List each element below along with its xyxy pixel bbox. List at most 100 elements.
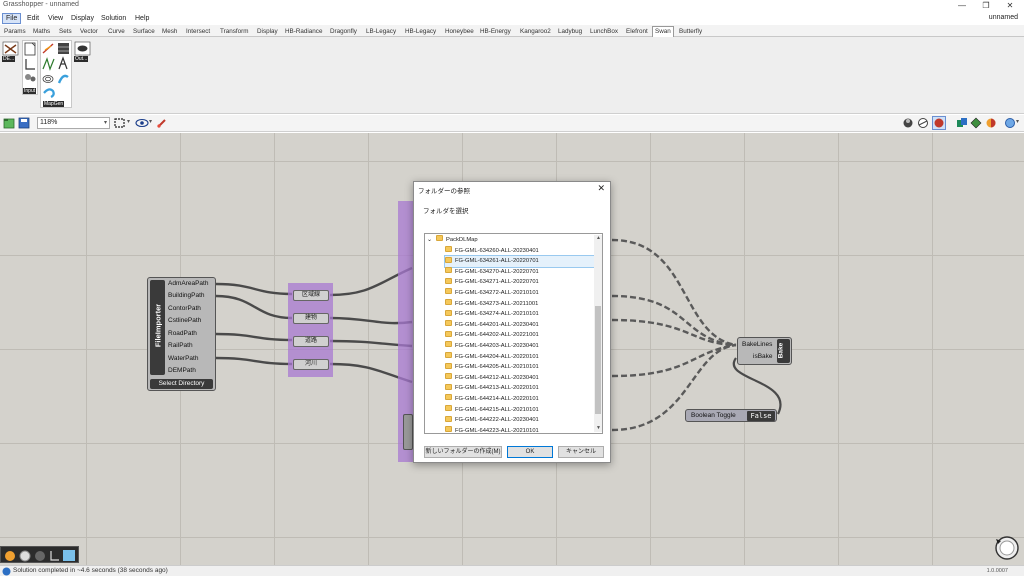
tab-mesh[interactable]: Mesh <box>162 26 177 37</box>
boolean-toggle[interactable]: Boolean Toggle False <box>685 409 777 422</box>
menu-edit[interactable]: Edit <box>24 13 42 24</box>
folder-item[interactable]: FG-GML-644214-ALL-20220101 <box>445 394 601 405</box>
input-isbake[interactable]: isBake <box>753 353 773 360</box>
param-admarea[interactable]: 区域線 <box>293 290 329 301</box>
folder-item[interactable]: FG-GML-644213-ALL-20220101 <box>445 383 601 394</box>
toggle-value[interactable]: False <box>747 411 775 421</box>
folder-item[interactable]: FG-GML-634270-ALL-20220701 <box>445 267 601 278</box>
open-file-icon[interactable] <box>3 117 15 129</box>
tab-ladybug[interactable]: Ladybug <box>558 26 582 37</box>
select-directory-button[interactable]: Select Directory <box>150 379 213 389</box>
output-buildingpath[interactable]: BuildingPath <box>168 292 205 299</box>
output-railpath[interactable]: RailPath <box>168 342 193 349</box>
globe-icon[interactable] <box>1004 117 1016 129</box>
folder-item[interactable]: FG-GML-644222-ALL-20230401 <box>445 415 601 426</box>
scroll-up-icon[interactable]: ▲ <box>596 235 601 241</box>
dialog-close-icon[interactable]: ✕ <box>597 183 605 194</box>
folder-item[interactable]: FG-GML-644223-ALL-20210101 <box>445 426 601 433</box>
folder-item[interactable]: FG-GML-644205-ALL-20210101 <box>445 362 601 373</box>
menu-view[interactable]: View <box>45 13 66 24</box>
folder-icon <box>445 299 452 306</box>
tab-hb-energy[interactable]: HB-Energy <box>480 26 511 37</box>
close-window-button[interactable]: ✕ <box>999 0 1021 12</box>
new-folder-button[interactable]: 新しいフォルダーの作成(M) <box>424 446 502 458</box>
folder-item[interactable]: FG-GML-634272-ALL-20210101 <box>445 288 601 299</box>
output-contorpath[interactable]: ContorPath <box>168 305 201 312</box>
file-importer-component[interactable]: FileImporter AdmAreaPath BuildingPath Co… <box>147 277 216 391</box>
param-building[interactable]: 建物 <box>293 313 329 324</box>
tab-vector[interactable]: Vector <box>80 26 98 37</box>
tab-lunchbox[interactable]: LunchBox <box>590 26 618 37</box>
menu-solution[interactable]: Solution <box>98 13 129 24</box>
tab-transform[interactable]: Transform <box>220 26 248 37</box>
tab-hb-legacy[interactable]: HB-Legacy <box>405 26 436 37</box>
globe-dropdown-icon[interactable]: ▾ <box>1016 118 1019 125</box>
param-river[interactable]: 河川 <box>293 359 329 370</box>
folder-item[interactable]: FG-GML-644204-ALL-20220101 <box>445 352 601 363</box>
tab-kangaroo2[interactable]: Kangaroo2 <box>520 26 551 37</box>
tab-surface[interactable]: Surface <box>133 26 155 37</box>
brush-icon[interactable] <box>156 117 169 129</box>
output-roadpath[interactable]: RoadPath <box>168 330 197 337</box>
zoom-select[interactable]: 118% ▾ <box>37 117 110 129</box>
tab-hb-radiance[interactable]: HB-Radiance <box>285 26 322 37</box>
de-component-group[interactable]: DE... <box>2 41 19 63</box>
preview-dropdown-icon[interactable]: ▾ <box>149 118 152 125</box>
tab-sets[interactable]: Sets <box>59 26 72 37</box>
compass-icon[interactable] <box>994 535 1020 561</box>
param-road[interactable]: 道路 <box>293 336 329 347</box>
tab-intersect[interactable]: Intersect <box>186 26 210 37</box>
folder-item[interactable]: FG-GML-644202-ALL-20221001 <box>445 330 601 341</box>
folder-item[interactable]: FG-GML-634260-ALL-20230401 <box>445 246 601 257</box>
scroll-down-icon[interactable]: ▼ <box>596 425 601 431</box>
folder-item[interactable]: FG-GML-634273-ALL-20211001 <box>445 299 601 310</box>
folder-label: FG-GML-644202-ALL-20221001 <box>455 332 539 339</box>
ok-button[interactable]: OK <box>507 446 553 458</box>
output-cstlinepath[interactable]: CstlinePath <box>168 317 201 324</box>
material-icon[interactable] <box>985 117 997 129</box>
out-component-group[interactable]: Out... <box>74 41 91 63</box>
folder-item[interactable]: FG-GML-634274-ALL-20210101 <box>445 309 601 320</box>
folder-item[interactable]: FG-GML-644203-ALL-20230401 <box>445 341 601 352</box>
menu-display[interactable]: Display <box>68 13 97 24</box>
tree-root[interactable]: ⌄ PackDLMap <box>427 235 478 246</box>
sketch-dropdown-icon[interactable]: ▾ <box>127 118 130 125</box>
tab-dragonfly[interactable]: Dragonfly <box>330 26 357 37</box>
input-bakelines[interactable]: BakeLines <box>742 341 772 348</box>
preview-eye-icon[interactable] <box>135 117 149 129</box>
tab-butterfly[interactable]: Butterfly <box>679 26 702 37</box>
folder-item[interactable]: FG-GML-644201-ALL-20230401 <box>445 320 601 331</box>
output-admareapath[interactable]: AdmAreaPath <box>168 280 208 287</box>
folder-tree[interactable]: ⌄ PackDLMap FG-GML-634260-ALL-20230401 FG-… <box>424 233 603 434</box>
bake-icon[interactable] <box>956 117 968 129</box>
output-dempath[interactable]: DEMPath <box>168 367 196 374</box>
folder-item[interactable]: FG-GML-634271-ALL-20220701 <box>445 277 601 288</box>
tab-lb-legacy[interactable]: LB-Legacy <box>366 26 396 37</box>
folder-item[interactable]: FG-GML-644212-ALL-20230401 <box>445 373 601 384</box>
tab-display[interactable]: Display <box>257 26 278 37</box>
sketch-frame-icon[interactable] <box>113 117 127 129</box>
mesh-settings-icon[interactable] <box>970 117 982 129</box>
bake-component[interactable]: BakeLines isBake Bake <box>737 337 792 365</box>
output-waterpath[interactable]: WaterPath <box>168 355 198 362</box>
preview-shaded-icon[interactable] <box>902 117 914 129</box>
preview-wire-icon[interactable] <box>917 117 929 129</box>
tab-curve[interactable]: Curve <box>108 26 125 37</box>
tab-swan[interactable]: Swan <box>652 26 674 37</box>
tab-params[interactable]: Params <box>4 26 26 37</box>
save-file-icon[interactable] <box>18 117 30 129</box>
preview-selected-icon[interactable] <box>932 116 946 130</box>
tab-honeybee[interactable]: Honeybee <box>445 26 474 37</box>
expand-chevron-icon[interactable]: ⌄ <box>427 237 432 243</box>
folder-item[interactable]: FG-GML-644215-ALL-20210101 <box>445 405 601 416</box>
tab-elefront[interactable]: Elefront <box>626 26 648 37</box>
hidden-component[interactable] <box>403 414 413 450</box>
minimize-button[interactable]: — <box>951 0 973 12</box>
folder-item[interactable]: FG-GML-634261-ALL-20220701 <box>444 255 602 268</box>
tab-maths[interactable]: Maths <box>33 26 50 37</box>
cancel-button[interactable]: キャンセル <box>558 446 604 458</box>
tree-scroll-thumb[interactable] <box>595 306 601 414</box>
menu-help[interactable]: Help <box>132 13 152 24</box>
restore-button[interactable]: ❐ <box>975 0 997 12</box>
menu-file[interactable]: File <box>2 13 22 24</box>
